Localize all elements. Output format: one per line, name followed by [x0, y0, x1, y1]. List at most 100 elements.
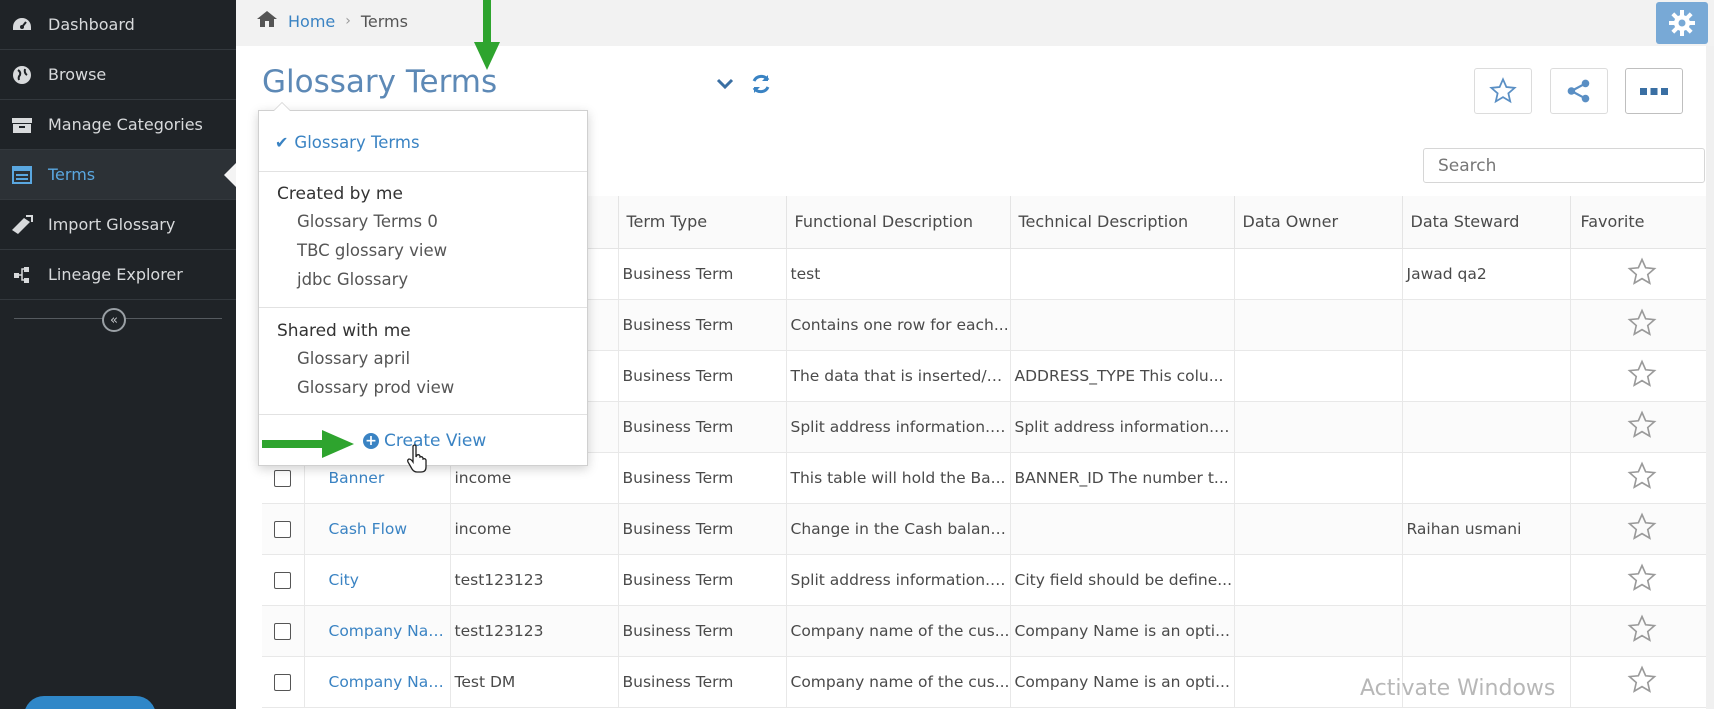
- view-option-selected[interactable]: ✔ Glossary Terms: [275, 133, 420, 152]
- data-steward: [1402, 605, 1571, 657]
- functional-description: Company name of the cus...: [786, 605, 1011, 657]
- data-owner: [1234, 452, 1403, 504]
- vertical-scrollbar[interactable]: [1706, 46, 1714, 709]
- data-steward: [1402, 299, 1571, 351]
- sidebar-item-dashboard[interactable]: Dashboard: [0, 0, 236, 50]
- favorite-cell: [1570, 554, 1714, 606]
- technical-description: [1010, 503, 1235, 555]
- view-option[interactable]: TBC glossary view: [297, 241, 447, 260]
- divider: [259, 414, 587, 415]
- check-icon: ✔: [275, 133, 289, 152]
- view-option[interactable]: jdbc Glossary: [297, 270, 408, 289]
- divider: [259, 307, 587, 308]
- dashboard-gauge-icon: [10, 13, 34, 37]
- row-checkbox[interactable]: [274, 673, 291, 691]
- column-header-data-owner[interactable]: Data Owner: [1234, 196, 1403, 249]
- term-category: test123123: [450, 605, 619, 657]
- functional-description: Change in the Cash balanc...: [786, 503, 1011, 555]
- sidebar-item-manage-categories[interactable]: Manage Categories: [0, 100, 236, 150]
- column-header-term-type[interactable]: Term Type: [618, 196, 787, 249]
- row-checkbox[interactable]: [274, 622, 291, 640]
- sidebar-item-lineage-explorer[interactable]: Lineage Explorer: [0, 250, 236, 300]
- column-header-favorite[interactable]: Favorite: [1570, 196, 1714, 249]
- term-name-link[interactable]: Company Name: [304, 656, 451, 708]
- sidebar-item-label: Manage Categories: [48, 115, 203, 134]
- book-import-icon: [10, 213, 34, 237]
- sidebar-item-browse[interactable]: Browse: [0, 50, 236, 100]
- term-name-link[interactable]: Cash Flow: [304, 503, 451, 555]
- breadcrumb-separator: ›: [345, 13, 351, 29]
- view-option[interactable]: Glossary Terms 0: [297, 212, 438, 231]
- data-steward: [1402, 350, 1571, 402]
- table-row[interactable]: Company Name test123123 Business Term Compa…: [262, 605, 1714, 657]
- table-row[interactable]: City test123123 Business Term Split address…: [262, 554, 1714, 606]
- share-button[interactable]: [1550, 68, 1608, 114]
- row-checkbox[interactable]: [274, 571, 291, 589]
- term-type: Business Term: [618, 299, 787, 351]
- term-type: Business Term: [618, 656, 787, 708]
- star-outline-icon[interactable]: [1627, 511, 1657, 546]
- sidebar: Dashboard Browse Manage Categories Terms…: [0, 0, 236, 709]
- page-title[interactable]: Glossary Terms: [262, 64, 497, 100]
- data-steward: [1402, 401, 1571, 453]
- star-outline-icon[interactable]: [1627, 613, 1657, 648]
- view-option[interactable]: Glossary april: [297, 349, 410, 368]
- row-checkbox-cell: [262, 605, 305, 657]
- term-name-link[interactable]: Company Name: [304, 605, 451, 657]
- star-outline-icon[interactable]: [1627, 460, 1657, 495]
- ellipsis-icon: [1640, 88, 1668, 95]
- term-category: income: [450, 503, 619, 555]
- settings-button[interactable]: [1656, 2, 1708, 44]
- term-type: Business Term: [618, 503, 787, 555]
- column-header-data-steward[interactable]: Data Steward: [1402, 196, 1571, 249]
- functional-description: Split address information. ...: [786, 554, 1011, 606]
- term-name-link[interactable]: City: [304, 554, 451, 606]
- share-icon: [1567, 79, 1590, 103]
- star-outline-icon[interactable]: [1627, 256, 1657, 291]
- annotation-arrow-down-icon: [474, 0, 500, 70]
- favorite-cell: [1570, 503, 1714, 555]
- star-outline-icon[interactable]: [1627, 562, 1657, 597]
- star-outline-icon[interactable]: [1627, 307, 1657, 342]
- search-input[interactable]: [1423, 148, 1705, 183]
- sidebar-item-import-glossary[interactable]: Import Glossary: [0, 200, 236, 250]
- chevron-down-icon[interactable]: [714, 72, 736, 94]
- row-checkbox[interactable]: [274, 469, 291, 487]
- table-row[interactable]: Cash Flow income Business Term Change in th…: [262, 503, 1714, 555]
- annotation-arrow-right-icon: [262, 430, 354, 458]
- breadcrumb: Home › Terms: [256, 10, 408, 32]
- sidebar-item-terms[interactable]: Terms: [0, 150, 236, 200]
- favorite-cell: [1570, 350, 1714, 402]
- view-option[interactable]: Glossary prod view: [297, 378, 454, 397]
- data-steward: Raihan usmani: [1402, 503, 1571, 555]
- star-outline-icon[interactable]: [1627, 358, 1657, 393]
- shared-with-me-header: Shared with me: [277, 321, 411, 341]
- refresh-icon[interactable]: [749, 72, 773, 96]
- term-type: Business Term: [618, 452, 787, 504]
- data-owner: [1234, 605, 1403, 657]
- home-icon[interactable]: [256, 10, 278, 32]
- favorite-cell: [1570, 401, 1714, 453]
- more-options-button[interactable]: [1625, 68, 1683, 114]
- sidebar-bottom-button[interactable]: [24, 696, 156, 709]
- lineage-tree-icon: [10, 263, 34, 287]
- data-owner: [1234, 248, 1403, 300]
- favorite-view-button[interactable]: [1474, 68, 1532, 114]
- created-by-me-header: Created by me: [277, 184, 403, 204]
- column-header-technical-description[interactable]: Technical Description: [1010, 196, 1235, 249]
- breadcrumb-current: Terms: [360, 11, 408, 31]
- sidebar-collapse-button[interactable]: «: [102, 308, 126, 332]
- term-type: Business Term: [618, 605, 787, 657]
- data-owner: [1234, 401, 1403, 453]
- row-checkbox-cell: [262, 656, 305, 708]
- star-outline-icon[interactable]: [1627, 409, 1657, 444]
- column-header-functional-description[interactable]: Functional Description: [786, 196, 1011, 249]
- favorite-cell: [1570, 248, 1714, 300]
- sidebar-item-label: Browse: [48, 65, 107, 84]
- functional-description: Contains one row for each...: [786, 299, 1011, 351]
- row-checkbox[interactable]: [274, 520, 291, 538]
- breadcrumb-home-link[interactable]: Home: [288, 12, 335, 31]
- view-option-label: Glossary Terms: [294, 133, 420, 152]
- star-outline-icon[interactable]: [1627, 664, 1657, 699]
- sidebar-item-label: Import Glossary: [48, 215, 176, 234]
